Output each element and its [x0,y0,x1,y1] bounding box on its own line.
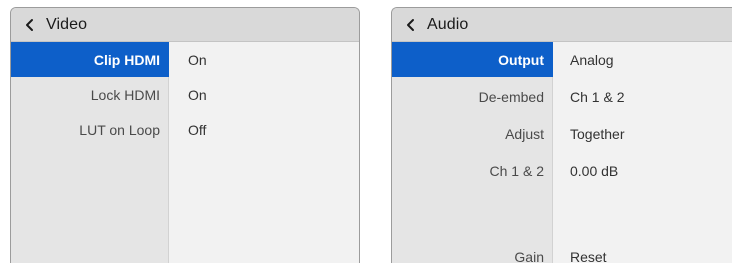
row-label: Ch 1 & 2 [489,162,544,179]
settings-row-lut-on-loop[interactable]: LUT on Loop Off [11,112,359,147]
row-label: Clip HDMI [11,42,169,77]
settings-row-adjust[interactable]: Adjust Together [392,116,732,151]
video-panel-header: Video [11,8,359,42]
row-value: 0.00 dB [570,162,619,179]
settings-row-gain[interactable]: Gain Reset [392,239,732,263]
audio-back-button[interactable]: Audio [392,8,468,41]
row-label: De-embed [478,88,544,105]
video-back-button[interactable]: Video [11,8,87,41]
audio-panel-title: Audio [427,15,469,33]
audio-settings-panel: Audio Output Analog De-embed Ch 1 & 2 Ad… [391,7,732,263]
video-settings-panel: Video Clip HDMI On Lock HDMI On LUT on L… [10,7,360,263]
chevron-left-icon [26,18,33,31]
row-label: Adjust [505,125,544,142]
row-label: Output [392,42,553,77]
row-value: Together [570,125,625,142]
row-label: Gain [514,248,544,263]
row-value: Analog [570,51,614,68]
settings-row-de-embed[interactable]: De-embed Ch 1 & 2 [392,79,732,114]
row-value: On [188,86,207,103]
row-value: On [188,51,207,68]
audio-panel-header: Audio [392,8,732,42]
settings-row-lock-hdmi[interactable]: Lock HDMI On [11,77,359,112]
row-label: LUT on Loop [79,121,160,138]
settings-row-clip-hdmi[interactable]: Clip HDMI On [11,42,359,77]
settings-row-ch-1-2[interactable]: Ch 1 & 2 0.00 dB [392,153,732,188]
settings-row-output[interactable]: Output Analog [392,42,732,77]
row-value: Ch 1 & 2 [570,88,625,105]
row-value: Reset [570,248,607,263]
video-panel-title: Video [46,15,88,33]
chevron-left-icon [407,18,414,31]
row-label: Lock HDMI [90,86,160,103]
row-value: Off [188,121,207,138]
